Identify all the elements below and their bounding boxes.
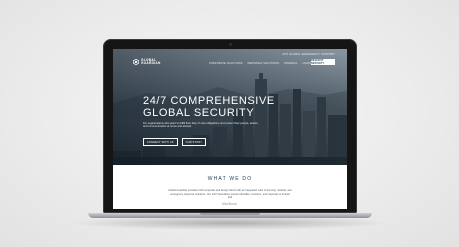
- device-brand-label: MacBook: [222, 202, 237, 206]
- laptop-bezel: 24/7 GLOBAL EMERGENCY SUPPORT GLOBAL GUA…: [103, 39, 357, 213]
- logo-line-2: GUARDIAN: [141, 61, 161, 66]
- nav-item-login[interactable]: LOGIN: [303, 62, 312, 65]
- hero-headline-line-2: GLOBAL SECURITY: [143, 106, 255, 119]
- guardian-logo-icon: [133, 59, 139, 66]
- hero-tagline: For organizations who want to fulfill th…: [143, 122, 259, 129]
- laptop-notch: [200, 213, 260, 215]
- camera-icon: [229, 43, 232, 46]
- nav-item-corporate-solutions[interactable]: CORPORATE SOLUTIONS: [209, 62, 243, 65]
- logo-wordmark: GLOBAL GUARDIAN: [141, 58, 161, 66]
- our-story-button[interactable]: OUR STORY: [181, 138, 207, 146]
- laptop-screen: 24/7 GLOBAL EMERGENCY SUPPORT GLOBAL GUA…: [113, 49, 347, 209]
- nav-item-internal[interactable]: INTERNAL: [284, 62, 298, 65]
- section-body: Global Guardian provides both corporate …: [168, 189, 292, 200]
- laptop-base: [88, 213, 372, 218]
- emergency-support-link[interactable]: 24/7 GLOBAL EMERGENCY SUPPORT: [283, 53, 335, 56]
- hero-headline: 24/7 COMPREHENSIVE GLOBAL SECURITY: [143, 95, 275, 119]
- nav-item-personal-solutions[interactable]: PERSONAL SOLUTIONS: [248, 62, 279, 65]
- laptop-shadow: [70, 216, 390, 230]
- section-title: WHAT WE DO: [207, 176, 253, 182]
- connect-with-us-button[interactable]: CONNECT WITH US: [143, 138, 178, 146]
- hero-headline-line-1: 24/7 COMPREHENSIVE: [143, 95, 275, 107]
- hero-actions: CONNECT WITH US OUR STORY: [143, 138, 207, 146]
- site-logo[interactable]: GLOBAL GUARDIAN: [133, 58, 161, 66]
- hero-banner: 24/7 GLOBAL EMERGENCY SUPPORT GLOBAL GUA…: [113, 49, 347, 165]
- request-security-button[interactable]: REQUEST SECURITY: [311, 59, 335, 65]
